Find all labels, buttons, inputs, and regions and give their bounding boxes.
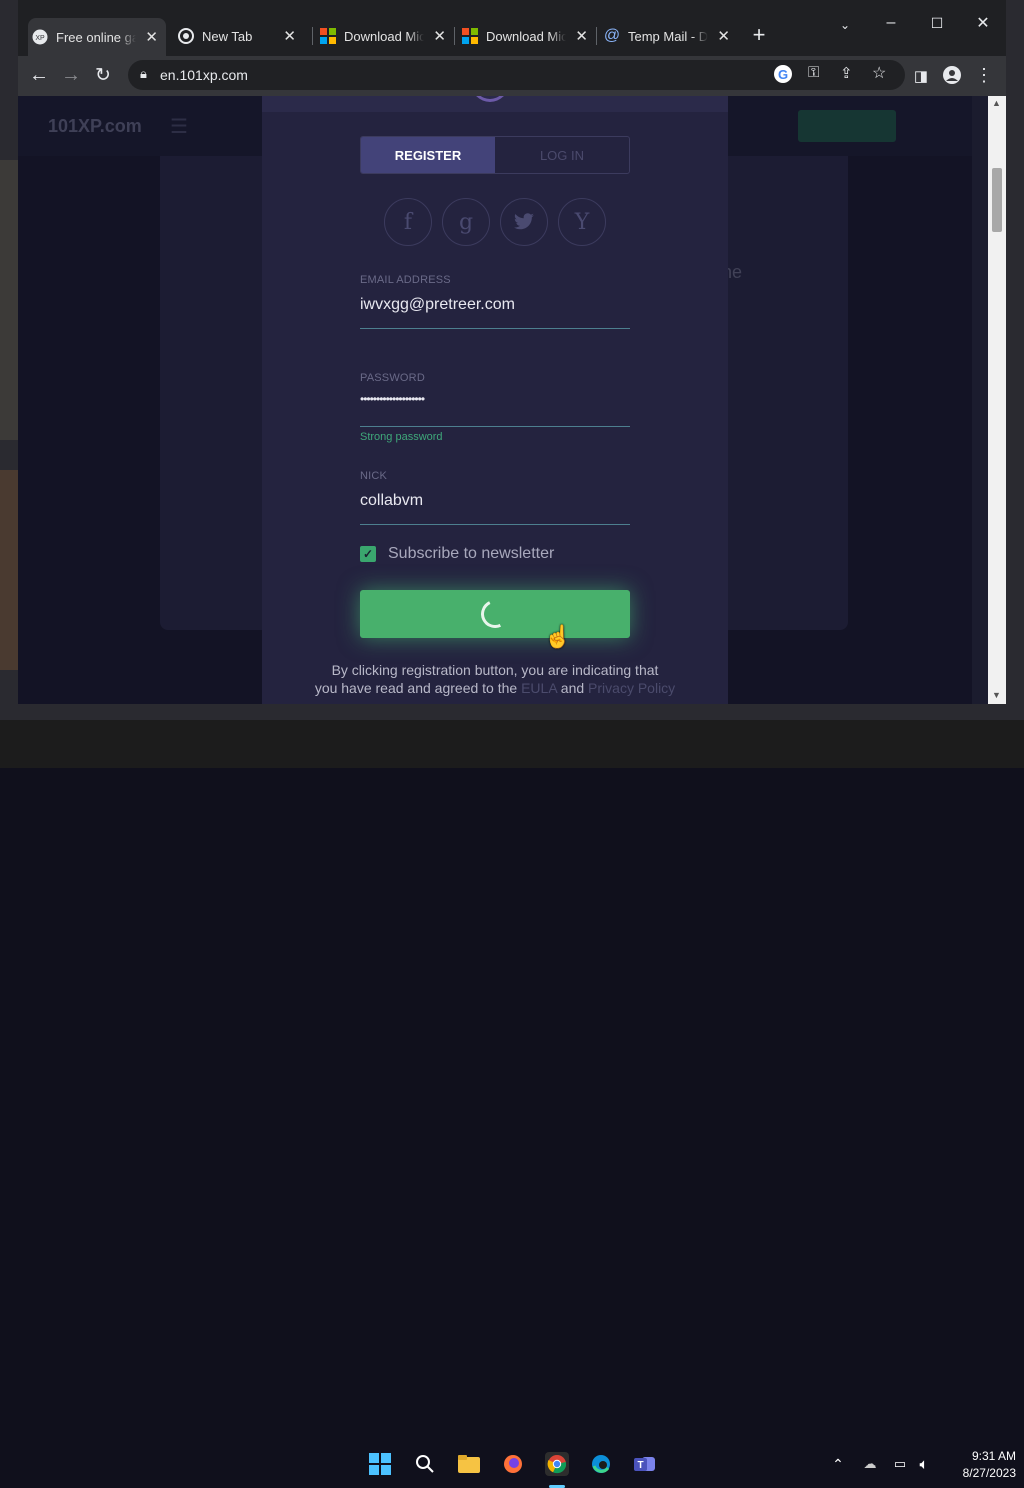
eula-link[interactable]: EULA: [521, 680, 557, 696]
tab-separator: [312, 27, 313, 45]
tab-new-tab[interactable]: New Tab ✕: [174, 22, 304, 50]
network-icon[interactable]: ▭: [888, 1452, 912, 1476]
vertical-scroll-thumb[interactable]: [992, 168, 1002, 232]
tab-login[interactable]: LOG IN: [495, 137, 629, 173]
address-bar[interactable]: 🔒︎ en.101xp.com G ⚿ ⇪ ☆: [128, 60, 905, 90]
forward-arrow-icon[interactable]: →: [60, 64, 82, 86]
password-strength-hint: Strong password: [360, 431, 443, 443]
bookmark-star-icon[interactable]: ☆: [872, 63, 886, 83]
microsoft-icon: [320, 28, 336, 44]
google-icon[interactable]: G: [774, 65, 792, 83]
clock-time: 9:31 AM: [971, 1449, 1016, 1463]
tab-search-chevron-icon[interactable]: ⌄: [834, 14, 856, 36]
close-tab-icon[interactable]: ✕: [575, 27, 588, 45]
minimize-icon[interactable]: –: [880, 12, 902, 34]
volume-icon[interactable]: 🔈︎: [912, 1452, 936, 1476]
profile-icon[interactable]: [941, 64, 963, 86]
share-icon[interactable]: ⇪: [840, 64, 853, 82]
close-tab-icon[interactable]: ✕: [145, 28, 158, 46]
tab-download-microsoft-2[interactable]: Download Mic ✕: [458, 22, 596, 50]
back-arrow-icon[interactable]: ←: [28, 64, 50, 86]
google-plus-icon[interactable]: g: [442, 198, 490, 246]
privacy-policy-link[interactable]: Privacy Policy: [588, 680, 675, 696]
maximize-icon[interactable]: ☐: [926, 12, 948, 34]
new-tab-plus-icon[interactable]: +: [748, 22, 770, 47]
tab-separator: [454, 27, 455, 45]
windows-start-icon[interactable]: [368, 1452, 392, 1476]
desktop-window-edge: [0, 470, 18, 670]
scroll-up-icon[interactable]: ▲: [992, 98, 1001, 108]
hand-cursor-icon: ☝: [544, 624, 572, 649]
clock-date: 8/27/2023: [962, 1466, 1016, 1480]
search-icon[interactable]: [413, 1452, 437, 1476]
firefox-icon[interactable]: [501, 1452, 525, 1476]
terms-line-1: By clicking registration button, you are…: [331, 662, 659, 678]
browser-toolbar: ← → ↻ 🔒︎ en.101xp.com G ⚿ ⇪ ☆ ◨ ⋮: [18, 56, 1006, 96]
url-text: en.101xp.com: [160, 67, 248, 83]
yandex-icon[interactable]: Y: [558, 198, 606, 246]
close-window-icon[interactable]: ✕: [972, 12, 994, 34]
terms-text: By clicking registration button, you are…: [262, 661, 728, 697]
microsoft-icon: [462, 28, 478, 44]
tab-download-microsoft-1[interactable]: Download Mic ✕: [316, 22, 454, 50]
facebook-icon[interactable]: f: [384, 198, 432, 246]
reload-icon[interactable]: ↻: [92, 64, 114, 86]
chevron-up-icon[interactable]: ⌃: [826, 1452, 850, 1476]
tab-free-online-games[interactable]: XP Free online ga ✕: [28, 18, 166, 56]
tab-strip: XP Free online ga ✕ New Tab ✕ Download M…: [18, 0, 1006, 56]
svg-text:T: T: [637, 1460, 643, 1471]
chrome-taskbar-icon[interactable]: [545, 1452, 569, 1476]
nick-label: NICK: [360, 470, 388, 482]
file-explorer-icon[interactable]: [457, 1452, 481, 1476]
chrome-icon: [178, 28, 194, 44]
auth-tabs: REGISTER LOG IN: [360, 136, 630, 174]
email-underline: [360, 328, 630, 329]
scroll-down-icon[interactable]: ▼: [992, 690, 1001, 700]
tab-register[interactable]: REGISTER: [361, 137, 495, 173]
teams-icon[interactable]: T: [633, 1452, 657, 1476]
newsletter-checkbox[interactable]: ✓: [360, 546, 376, 562]
twitter-icon[interactable]: [500, 198, 548, 246]
close-tab-icon[interactable]: ✕: [283, 27, 296, 45]
register-submit-button[interactable]: [360, 590, 630, 638]
at-icon: @: [603, 27, 621, 44]
terms-line-2: you have read and agreed to the EULA and…: [314, 680, 676, 696]
tab-separator: [596, 27, 597, 45]
desktop-window-edge: [0, 160, 18, 440]
password-underline: [360, 426, 630, 427]
web-page: 101XP.com ☰ ne REGISTER LOG IN f g Y EMA…: [18, 96, 972, 704]
side-panel-icon[interactable]: ◨: [910, 65, 932, 87]
email-field[interactable]: iwvxgg@pretreer.com: [360, 296, 515, 314]
cloud-offline-icon[interactable]: ☁: [858, 1452, 882, 1476]
registration-modal: REGISTER LOG IN f g Y EMAIL ADDRESS iwvx…: [262, 96, 728, 704]
loading-spinner-icon: [477, 596, 513, 632]
key-icon[interactable]: ⚿: [808, 64, 819, 81]
newsletter-label[interactable]: Subscribe to newsletter: [388, 545, 554, 563]
windows-taskbar: T ⌃ ☁ ▭ 🔈︎ 9:31 AM 8/27/2023: [0, 720, 1024, 1488]
close-tab-icon[interactable]: ✕: [717, 27, 730, 45]
tab-temp-mail[interactable]: @ Temp Mail - Di ✕: [600, 22, 738, 50]
password-field[interactable]: ••••••••••••••••••••: [360, 392, 425, 406]
system-clock[interactable]: 9:31 AM 8/27/2023: [944, 1448, 1016, 1482]
email-label: EMAIL ADDRESS: [360, 274, 451, 286]
svg-text:XP: XP: [35, 35, 45, 42]
kebab-menu-icon[interactable]: ⋮: [973, 64, 995, 86]
nick-underline: [360, 524, 630, 525]
edge-icon[interactable]: [589, 1452, 613, 1476]
password-label: PASSWORD: [360, 372, 425, 384]
browser-window: XP Free online ga ✕ New Tab ✕ Download M…: [18, 0, 1006, 704]
nick-field[interactable]: collabvm: [360, 492, 423, 510]
xp-icon: XP: [32, 29, 48, 45]
close-tab-icon[interactable]: ✕: [433, 27, 446, 45]
lock-icon: 🔒︎: [140, 66, 147, 81]
